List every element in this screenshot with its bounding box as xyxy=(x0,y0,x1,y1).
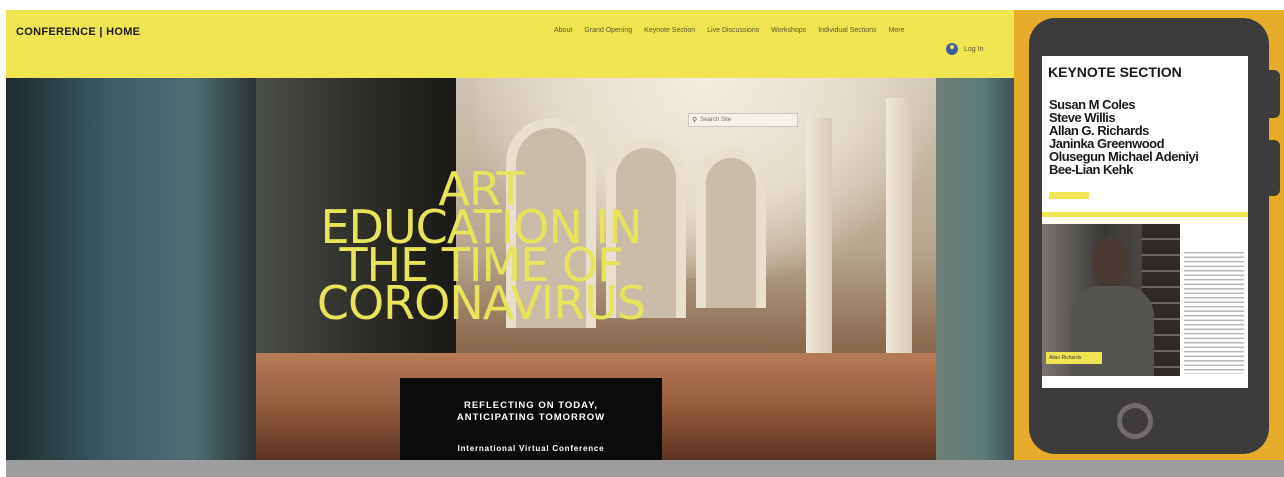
hero-wall-left xyxy=(6,78,256,460)
subtagline: International Virtual Conference xyxy=(457,444,605,453)
phone-side-button xyxy=(1266,140,1280,196)
tagline: REFLECTING ON TODAY, ANTICIPATING TOMORR… xyxy=(400,400,662,424)
more-button[interactable] xyxy=(1049,192,1089,199)
photo-person-head xyxy=(1092,238,1128,284)
nav-item-live-discussions[interactable]: Live Discussions xyxy=(707,27,759,34)
search-input[interactable]: ⚲ Search Site xyxy=(688,113,798,127)
speaker-name[interactable]: Bee-Lian Kehk xyxy=(1049,163,1198,176)
main-nav: About Grand Opening Keynote Section Live… xyxy=(554,27,905,34)
site-brand[interactable]: CONFERENCE | HOME xyxy=(16,26,140,38)
hero-pillar xyxy=(806,118,832,368)
search-icon: ⚲ xyxy=(692,117,698,124)
site-header: CONFERENCE | HOME About Grand Opening Ke… xyxy=(6,10,1014,78)
speaker-photo: Allan Richards xyxy=(1042,224,1180,376)
tagline-line: ANTICIPATING TOMORROW xyxy=(456,412,606,423)
phone-side-button xyxy=(1266,70,1280,118)
hero-wall-right xyxy=(936,78,1014,460)
hero-headline: ART EDUCATION IN THE TIME OF CORONAVIRUS xyxy=(236,166,726,330)
login-button[interactable]: Log In xyxy=(946,43,983,55)
tagline-box: REFLECTING ON TODAY, ANTICIPATING TOMORR… xyxy=(400,378,662,460)
nav-item-workshops[interactable]: Workshops xyxy=(771,27,806,34)
login-label: Log In xyxy=(964,45,984,53)
keynote-title: KEYNOTE SECTION xyxy=(1048,64,1182,80)
phone-home-button xyxy=(1117,403,1153,439)
phone-screen: KEYNOTE SECTION Susan M Coles Steve Will… xyxy=(1042,56,1248,388)
user-icon xyxy=(946,43,958,55)
nav-item-keynote-section[interactable]: Keynote Section xyxy=(644,27,695,34)
headline-line: CORONAVIRUS xyxy=(316,276,646,330)
desktop-site: CONFERENCE | HOME About Grand Opening Ke… xyxy=(6,10,1014,460)
divider xyxy=(1042,212,1248,217)
search-placeholder: Search Site xyxy=(700,117,732,123)
hero-pillar xyxy=(886,98,912,368)
nav-item-individual-sections[interactable]: Individual Sections xyxy=(818,27,876,34)
nav-item-more[interactable]: More xyxy=(889,27,905,34)
bottom-band xyxy=(6,460,1284,477)
nav-item-grand-opening[interactable]: Grand Opening xyxy=(584,27,632,34)
speaker-list: Susan M Coles Steve Willis Allan G. Rich… xyxy=(1049,98,1199,176)
photo-caption: Allan Richards xyxy=(1046,352,1102,364)
bio-text xyxy=(1184,252,1244,374)
nav-item-about[interactable]: About xyxy=(554,27,572,34)
tagline-line: REFLECTING ON TODAY, xyxy=(463,400,598,411)
